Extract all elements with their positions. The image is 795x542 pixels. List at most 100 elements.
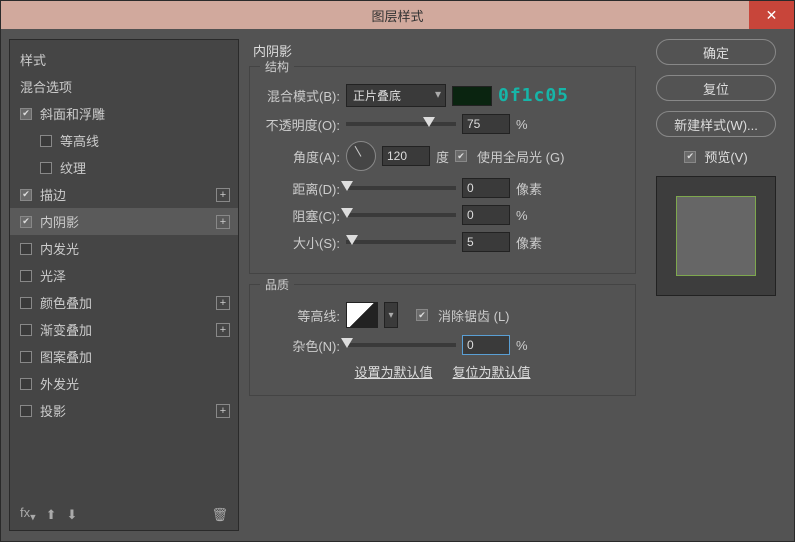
- choke-label: 阻塞(C):: [260, 206, 340, 225]
- choke-input[interactable]: [462, 205, 510, 225]
- sidebar-item-label: 描边: [40, 185, 66, 204]
- sidebar-item-label: 内发光: [40, 239, 79, 258]
- contour-picker[interactable]: [346, 302, 378, 328]
- layer-style-dialog: 图层样式 ✕ 样式 混合选项 斜面和浮雕 等高线 纹理 描边: [0, 0, 795, 542]
- contour-dropdown-icon[interactable]: ▾: [384, 302, 398, 328]
- preview-checkbox[interactable]: [684, 151, 696, 163]
- new-style-button[interactable]: 新建样式(W)...: [656, 111, 776, 137]
- add-inner-shadow-icon[interactable]: +: [216, 215, 230, 229]
- add-drop-shadow-icon[interactable]: +: [216, 404, 230, 418]
- color-hex-label: 0f1c05: [498, 85, 569, 106]
- blend-options-header[interactable]: 混合选项: [10, 73, 238, 100]
- sidebar-item-stroke[interactable]: 描边 +: [10, 181, 238, 208]
- fx-menu-icon[interactable]: fx▾: [20, 505, 36, 524]
- checkbox-outer-glow[interactable]: [20, 378, 32, 390]
- sidebar-footer: fx▾ ⬆ ⬇ 🗑: [10, 505, 238, 524]
- checkbox-drop-shadow[interactable]: [20, 405, 32, 417]
- sidebar-item-bevel[interactable]: 斜面和浮雕: [10, 100, 238, 127]
- checkbox-contour[interactable]: [40, 135, 52, 147]
- move-down-icon[interactable]: ⬇: [66, 507, 77, 523]
- size-slider[interactable]: [346, 240, 456, 244]
- choke-unit: %: [516, 208, 528, 223]
- quality-legend: 品质: [260, 276, 294, 293]
- sidebar-item-pattern-overlay[interactable]: 图案叠加: [10, 343, 238, 370]
- noise-unit: %: [516, 338, 528, 353]
- styles-header[interactable]: 样式: [10, 46, 238, 73]
- opacity-input[interactable]: [462, 114, 510, 134]
- antialias-checkbox[interactable]: [416, 309, 428, 321]
- angle-label: 角度(A):: [260, 147, 340, 166]
- window-title: 图层样式: [371, 6, 423, 25]
- noise-label: 杂色(N):: [260, 336, 340, 355]
- sidebar-item-texture[interactable]: 纹理: [10, 154, 238, 181]
- angle-dial[interactable]: [346, 141, 376, 171]
- sidebar-item-outer-glow[interactable]: 外发光: [10, 370, 238, 397]
- checkbox-color-overlay[interactable]: [20, 297, 32, 309]
- close-button[interactable]: ✕: [749, 1, 794, 29]
- checkbox-gradient-overlay[interactable]: [20, 324, 32, 336]
- noise-slider[interactable]: [346, 343, 456, 347]
- size-label: 大小(S):: [260, 233, 340, 252]
- trash-icon[interactable]: 🗑: [211, 507, 228, 523]
- choke-slider[interactable]: [346, 213, 456, 217]
- sidebar-item-color-overlay[interactable]: 颜色叠加 +: [10, 289, 238, 316]
- ok-button[interactable]: 确定: [656, 39, 776, 65]
- sidebar-item-label: 光泽: [40, 266, 66, 285]
- sidebar-item-gradient-overlay[interactable]: 渐变叠加 +: [10, 316, 238, 343]
- global-light-label: 使用全局光 (G): [477, 147, 564, 166]
- opacity-unit: %: [516, 117, 528, 132]
- styles-sidebar: 样式 混合选项 斜面和浮雕 等高线 纹理 描边 + 内阴影: [9, 39, 239, 531]
- sidebar-item-drop-shadow[interactable]: 投影 +: [10, 397, 238, 424]
- titlebar: 图层样式 ✕: [1, 1, 794, 29]
- blend-mode-label: 混合模式(B):: [260, 86, 340, 105]
- size-input[interactable]: [462, 232, 510, 252]
- checkbox-texture[interactable]: [40, 162, 52, 174]
- slider-thumb-icon[interactable]: [341, 181, 353, 191]
- checkbox-inner-shadow[interactable]: [20, 216, 32, 228]
- cancel-button[interactable]: 复位: [656, 75, 776, 101]
- sidebar-item-inner-glow[interactable]: 内发光: [10, 235, 238, 262]
- sidebar-item-label: 渐变叠加: [40, 320, 92, 339]
- opacity-slider[interactable]: [346, 122, 456, 126]
- add-gradient-overlay-icon[interactable]: +: [216, 323, 230, 337]
- slider-thumb-icon[interactable]: [423, 117, 435, 127]
- checkbox-stroke[interactable]: [20, 189, 32, 201]
- reset-default-button[interactable]: 复位为默认值: [453, 362, 531, 381]
- checkbox-bevel[interactable]: [20, 108, 32, 120]
- sidebar-item-label: 等高线: [60, 131, 99, 150]
- color-swatch[interactable]: [452, 86, 492, 106]
- sidebar-item-label: 颜色叠加: [40, 293, 92, 312]
- settings-panel: 内阴影 结构 混合模式(B): 正片叠底 0f1c05 不透明度(O): %: [249, 39, 636, 531]
- global-light-checkbox[interactable]: [455, 150, 467, 162]
- distance-unit: 像素: [516, 179, 542, 198]
- preview-box: [656, 176, 776, 296]
- checkbox-inner-glow[interactable]: [20, 243, 32, 255]
- sidebar-item-contour[interactable]: 等高线: [10, 127, 238, 154]
- sidebar-item-label: 图案叠加: [40, 347, 92, 366]
- size-unit: 像素: [516, 233, 542, 252]
- opacity-label: 不透明度(O):: [260, 115, 340, 134]
- quality-fieldset: 品质 等高线: ▾ 消除锯齿 (L) 杂色(N): %: [249, 284, 636, 396]
- right-column: 确定 复位 新建样式(W)... 预览(V): [646, 39, 786, 531]
- noise-input[interactable]: [462, 335, 510, 355]
- blend-mode-select[interactable]: 正片叠底: [346, 84, 446, 107]
- slider-thumb-icon[interactable]: [346, 235, 358, 245]
- checkbox-satin[interactable]: [20, 270, 32, 282]
- sidebar-item-inner-shadow[interactable]: 内阴影 +: [10, 208, 238, 235]
- distance-input[interactable]: [462, 178, 510, 198]
- checkbox-pattern-overlay[interactable]: [20, 351, 32, 363]
- add-color-overlay-icon[interactable]: +: [216, 296, 230, 310]
- move-up-icon[interactable]: ⬆: [46, 507, 57, 523]
- sidebar-item-label: 内阴影: [40, 212, 79, 231]
- add-stroke-icon[interactable]: +: [216, 188, 230, 202]
- sidebar-item-satin[interactable]: 光泽: [10, 262, 238, 289]
- distance-slider[interactable]: [346, 186, 456, 190]
- sidebar-item-label: 斜面和浮雕: [40, 104, 105, 123]
- distance-label: 距离(D):: [260, 179, 340, 198]
- slider-thumb-icon[interactable]: [341, 208, 353, 218]
- make-default-button[interactable]: 设置为默认值: [354, 362, 432, 381]
- preview-swatch: [676, 196, 756, 276]
- slider-thumb-icon[interactable]: [341, 338, 353, 348]
- angle-input[interactable]: [382, 146, 430, 166]
- panel-title: 内阴影: [249, 39, 636, 66]
